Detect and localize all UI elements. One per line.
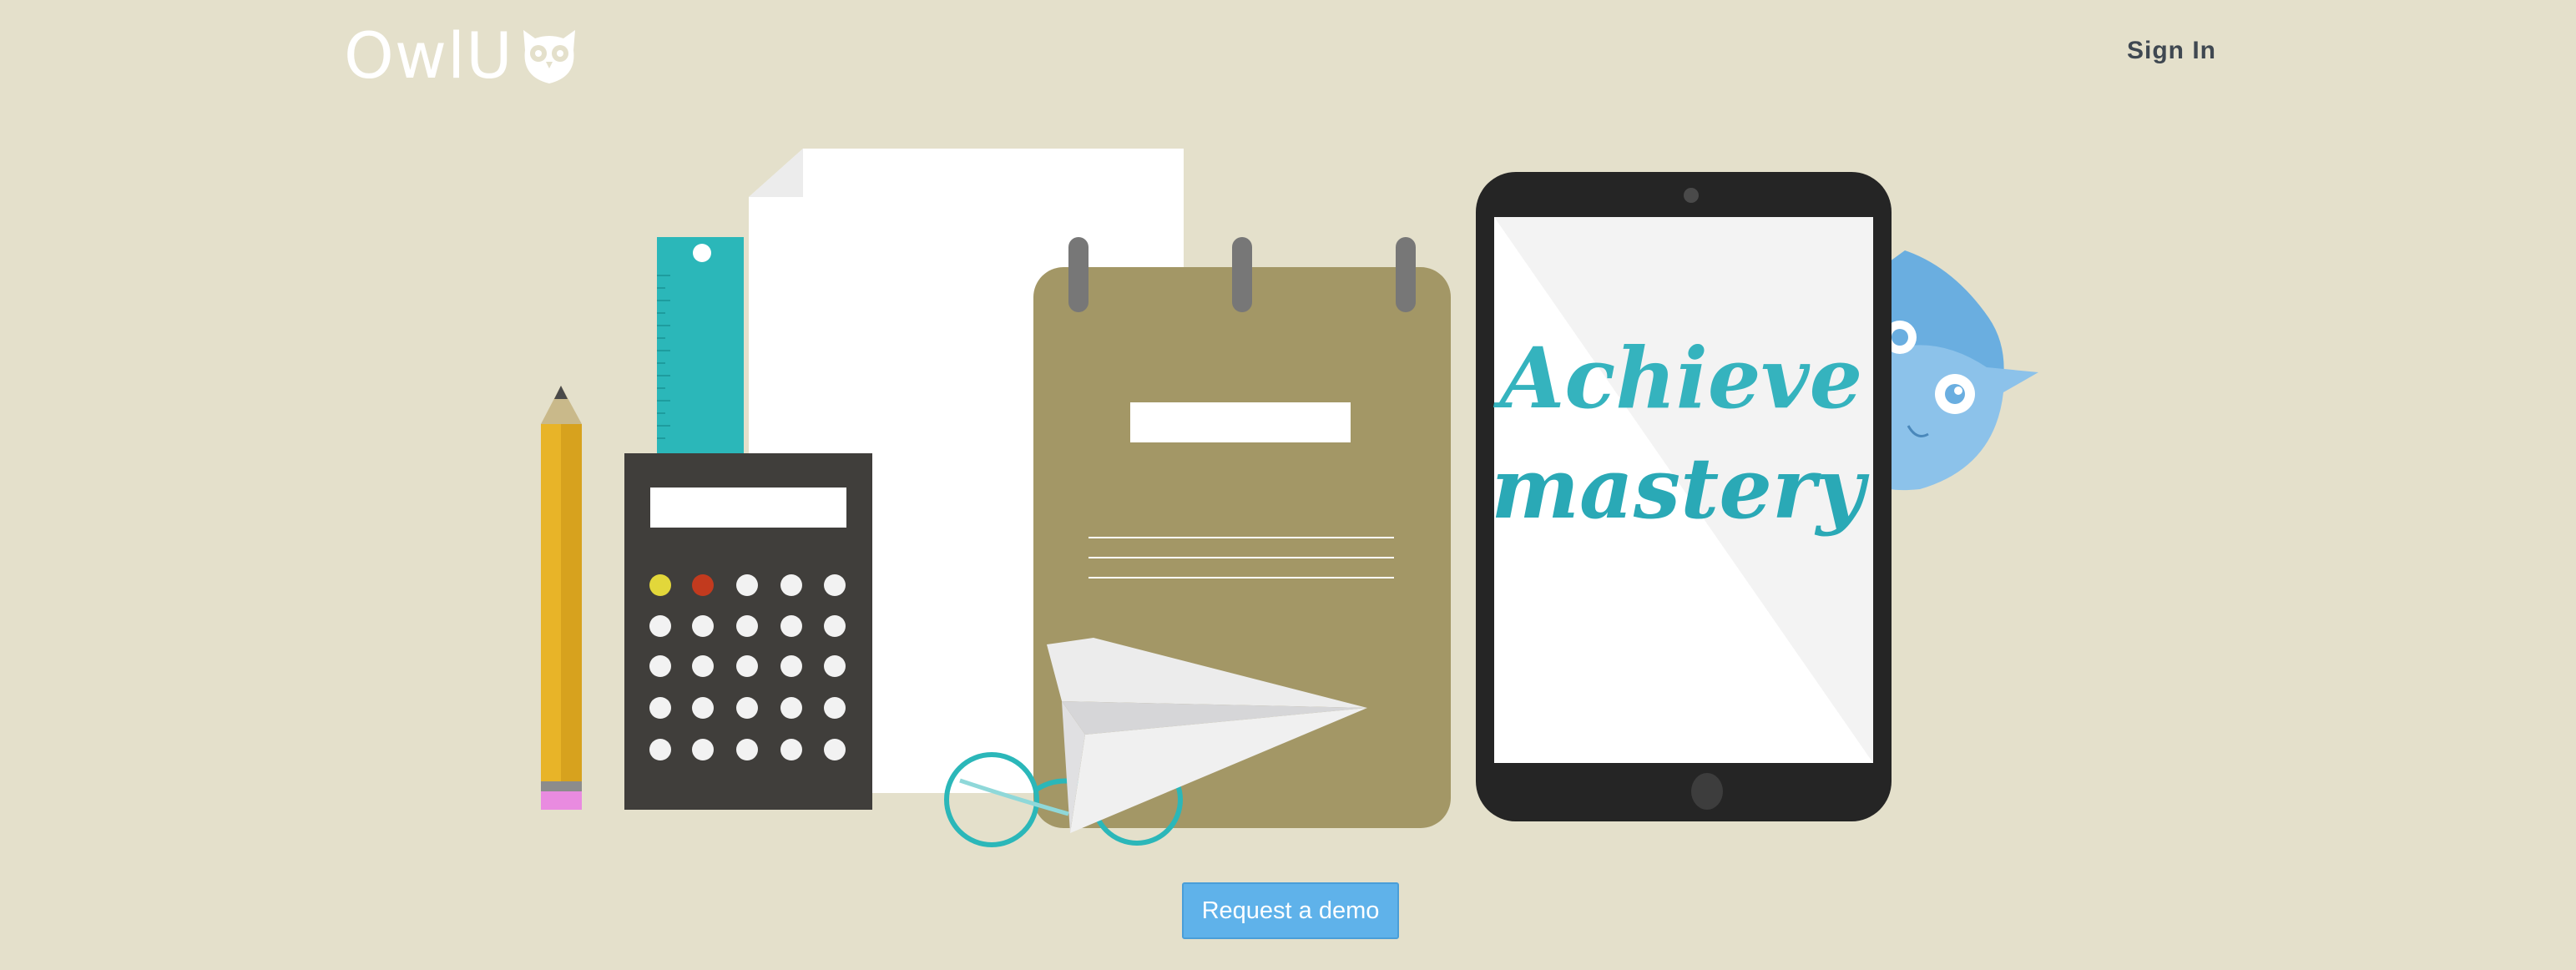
calculator [624, 453, 872, 810]
pencil [541, 386, 582, 810]
tablet-headline-line1: Achieve [1493, 329, 1863, 427]
tablet: Achieve mastery [1476, 172, 1892, 821]
tablet-headline-line2: mastery [1491, 439, 1869, 538]
hero-illustration: Achieve mastery [541, 149, 2038, 847]
owl-mascot [1878, 250, 2038, 491]
ruler [657, 237, 744, 454]
request-demo-button[interactable]: Request a demo [1182, 882, 1399, 939]
